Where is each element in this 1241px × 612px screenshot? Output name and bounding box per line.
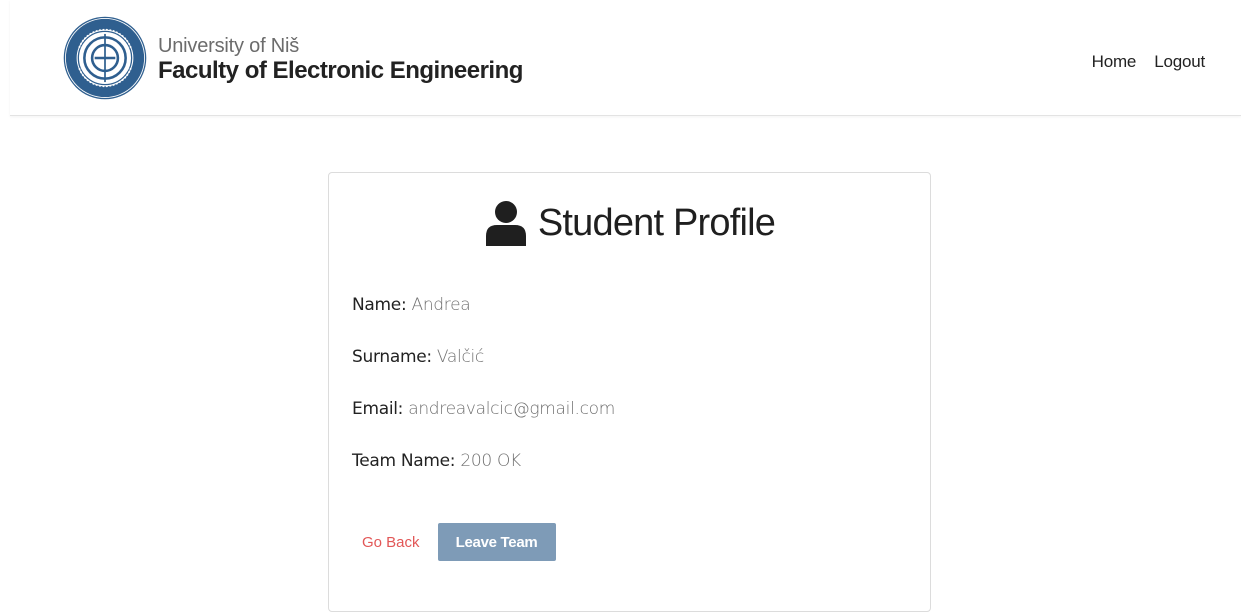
- nav-links: Home Logout: [1092, 52, 1206, 72]
- profile-heading: Student Profile: [329, 200, 930, 246]
- team-name-field: Team Name: 200 OK: [352, 451, 521, 471]
- university-logo-icon: [63, 16, 147, 100]
- email-field: Email: andreavalcic@gmail.com: [352, 399, 615, 419]
- go-back-link[interactable]: Go Back: [352, 528, 430, 557]
- profile-actions: Go Back Leave Team: [352, 523, 556, 561]
- email-value: andreavalcic@gmail.com: [408, 399, 616, 419]
- brand[interactable]: University of Niš Faculty of Electronic …: [62, 15, 523, 101]
- surname-value: Valčić: [436, 347, 484, 367]
- surname-label: Surname:: [352, 347, 432, 367]
- email-label: Email:: [352, 399, 404, 419]
- leave-team-button[interactable]: Leave Team: [437, 523, 556, 561]
- nav-home-link[interactable]: Home: [1092, 52, 1137, 72]
- surname-field: Surname: Valčić: [352, 347, 484, 367]
- student-profile-card: Student Profile Name: Andrea Surname: Va…: [328, 172, 931, 612]
- brand-faculty-name: Faculty of Electronic Engineering: [158, 56, 523, 84]
- team-name-value: 200 OK: [460, 451, 521, 471]
- page-title: Student Profile: [537, 201, 776, 244]
- brand-university-name: University of Niš: [158, 34, 300, 57]
- name-value: Andrea: [411, 295, 471, 315]
- team-name-label: Team Name:: [352, 451, 456, 471]
- nav-logout-link[interactable]: Logout: [1154, 52, 1205, 72]
- name-field: Name: Andrea: [352, 295, 471, 315]
- user-icon: [485, 201, 526, 246]
- name-label: Name:: [352, 295, 407, 315]
- top-navbar: University of Niš Faculty of Electronic …: [10, 0, 1241, 116]
